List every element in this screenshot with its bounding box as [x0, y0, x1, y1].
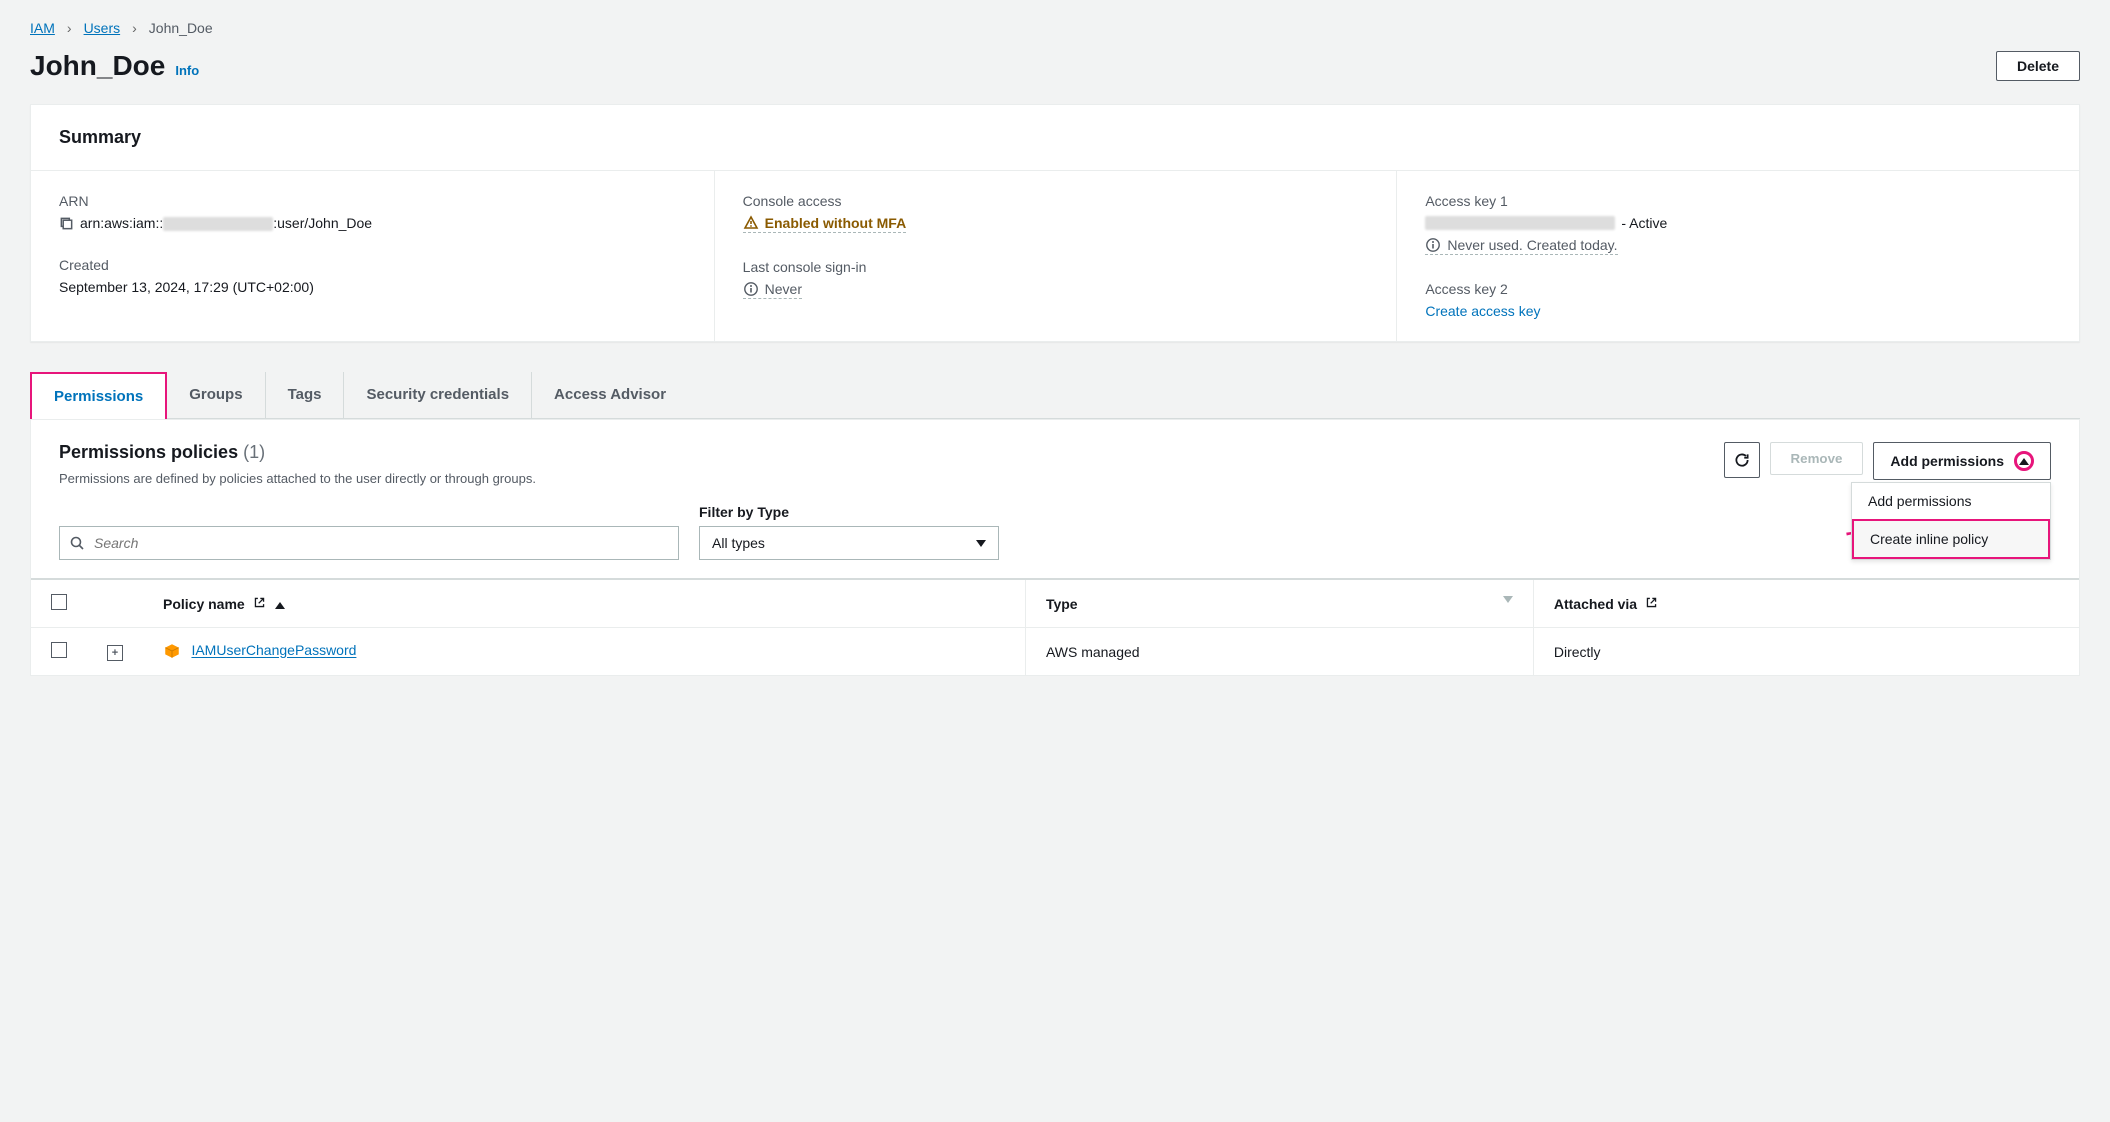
page-title: John_Doe: [30, 50, 165, 82]
permissions-title: Permissions policies: [59, 442, 238, 462]
sort-icon: [1503, 596, 1513, 603]
row-checkbox[interactable]: [51, 642, 67, 658]
tab-groups[interactable]: Groups: [167, 372, 265, 418]
access-key-1-info: Never used. Created today.: [1425, 237, 1617, 255]
menu-add-permissions[interactable]: Add permissions: [1852, 483, 2050, 519]
table-row: + IAMUserChangePassword AWS managed Dire…: [31, 628, 2079, 676]
redacted-account-id: [163, 217, 273, 231]
col-type[interactable]: Type: [1025, 579, 1533, 628]
created-label: Created: [59, 257, 686, 273]
tab-tags[interactable]: Tags: [266, 372, 345, 418]
access-key-1-label: Access key 1: [1425, 193, 2051, 209]
col-policy-name[interactable]: Policy name: [143, 579, 1025, 628]
add-permissions-dropdown-button[interactable]: Add permissions: [1873, 442, 2051, 480]
menu-create-inline-policy[interactable]: Create inline policy: [1852, 519, 2050, 559]
add-permissions-menu: Add permissions Create inline policy: [1851, 482, 2051, 560]
chevron-right-icon: ›: [67, 20, 72, 36]
last-signin-label: Last console sign-in: [743, 259, 1369, 275]
search-input[interactable]: [59, 526, 679, 560]
refresh-button[interactable]: [1724, 442, 1760, 478]
tab-access-advisor[interactable]: Access Advisor: [532, 372, 688, 418]
copy-icon[interactable]: [59, 216, 74, 231]
arn-value: arn:aws:iam:::user/John_Doe: [80, 215, 372, 231]
policy-name-link[interactable]: IAMUserChangePassword: [191, 643, 356, 659]
caret-up-highlight-icon: [2014, 451, 2034, 471]
tab-permissions[interactable]: Permissions: [30, 372, 167, 419]
refresh-icon: [1733, 451, 1751, 469]
created-value: September 13, 2024, 17:29 (UTC+02:00): [59, 279, 686, 295]
create-access-key-link[interactable]: Create access key: [1425, 303, 1540, 319]
col-attached-via[interactable]: Attached via: [1533, 579, 2079, 628]
last-signin-value: Never: [743, 281, 802, 299]
select-all-checkbox[interactable]: [51, 594, 67, 610]
summary-panel: Summary ARN arn:aws:iam:::user/John_Doe …: [30, 104, 2080, 342]
delete-button[interactable]: Delete: [1996, 51, 2080, 81]
permissions-description: Permissions are defined by policies atta…: [59, 471, 536, 486]
policies-table: Policy name Type Attached via: [31, 578, 2079, 675]
tabs: Permissions Groups Tags Security credent…: [30, 372, 2080, 419]
expand-row-button[interactable]: +: [107, 645, 123, 661]
info-link[interactable]: Info: [175, 63, 199, 78]
filter-type-select[interactable]: All types: [699, 526, 999, 560]
policy-icon: [163, 643, 185, 660]
permissions-panel: Permissions policies (1) Permissions are…: [30, 419, 2080, 676]
console-access-value: Enabled without MFA: [743, 215, 907, 233]
info-icon: [743, 281, 759, 297]
permissions-count: (1): [243, 442, 265, 462]
breadcrumb-iam[interactable]: IAM: [30, 20, 55, 36]
page-header: John_Doe Info Delete: [30, 50, 2080, 82]
breadcrumb-users[interactable]: Users: [84, 20, 121, 36]
access-key-2-label: Access key 2: [1425, 281, 2051, 297]
breadcrumb: IAM › Users › John_Doe: [30, 20, 2080, 36]
row-attached-via: Directly: [1533, 628, 2079, 676]
external-link-icon: [1645, 596, 1658, 609]
chevron-right-icon: ›: [132, 20, 137, 36]
access-key-1-value: - Active: [1425, 215, 2051, 231]
external-link-icon: [253, 596, 266, 609]
arn-label: ARN: [59, 193, 686, 209]
sort-asc-icon: [275, 602, 285, 609]
info-icon: [1425, 237, 1441, 253]
tab-security-credentials[interactable]: Security credentials: [344, 372, 532, 418]
filter-type-label: Filter by Type: [699, 504, 999, 520]
row-type: AWS managed: [1025, 628, 1533, 676]
console-access-label: Console access: [743, 193, 1369, 209]
warning-icon: [743, 215, 759, 231]
remove-button[interactable]: Remove: [1770, 442, 1864, 475]
breadcrumb-current: John_Doe: [149, 20, 213, 36]
summary-heading: Summary: [59, 127, 2051, 148]
caret-down-icon: [976, 540, 986, 547]
search-icon: [69, 535, 85, 551]
redacted-access-key: [1425, 216, 1615, 230]
